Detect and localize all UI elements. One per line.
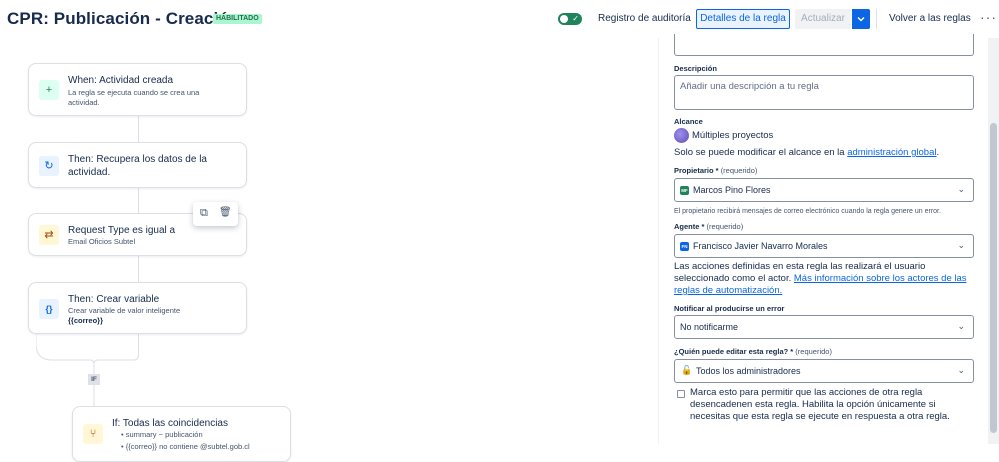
editors-label: ¿Quién puede editar esta regla? * (reque…	[674, 347, 832, 356]
scope-value: Múltiples proyectos	[692, 130, 774, 141]
chevron-down-icon	[857, 17, 865, 22]
update-button[interactable]: Actualizar	[795, 9, 851, 29]
node-subtitle: Crear variable de valor inteligente	[68, 306, 181, 315]
check-icon: ✓	[572, 14, 579, 23]
status-badge: HABILITADO	[213, 14, 262, 24]
node-actions-toolbar: ⧉ 🗑	[193, 202, 238, 226]
condition-list: • summary ~ publicación • {{correo}} no …	[121, 429, 250, 453]
chevron-down-icon: ⌄	[957, 240, 965, 250]
rule-name-field[interactable]	[674, 34, 974, 56]
trash-icon[interactable]: 🗑	[219, 207, 232, 218]
checkbox-label: Marca esto para permitir que las accione…	[690, 387, 950, 422]
page-title: CPR: Publicación - Creación	[7, 9, 240, 28]
connector	[138, 116, 139, 142]
chevron-down-icon: ⌄	[957, 321, 965, 331]
connector	[138, 256, 139, 282]
scope-note-text: Solo se puede modificar el alcance en la	[674, 147, 848, 158]
notify-label: Notificar al producirse un error	[674, 304, 785, 313]
global-admin-link[interactable]: administración global	[847, 147, 936, 158]
avatar: FN	[680, 242, 689, 251]
agent-label: Agente * (requerido)	[674, 222, 744, 231]
rule-details-button[interactable]: Detalles de la regla	[696, 9, 790, 29]
action-node[interactable]: ↻ Then: Recupera los datos de la activid…	[28, 142, 247, 188]
node-title: Then: Crear variable	[68, 294, 160, 305]
owner-select[interactable]: MF Marcos Pino Flores ⌄	[674, 178, 974, 202]
allow-rule-trigger-checkbox[interactable]	[677, 390, 685, 398]
node-subtitle: La regla se ejecuta cuando se crea una a…	[68, 88, 200, 107]
node-subtitle: Email Oficios Subtel	[68, 237, 136, 246]
node-title: Request Type es igual a	[68, 225, 176, 236]
toggle-knob	[560, 15, 568, 23]
update-dropdown-button[interactable]	[852, 9, 870, 29]
condition-item: • {{correo}} no contiene @subtel.gob.cl	[121, 442, 250, 451]
refresh-icon: ↻	[39, 156, 59, 176]
more-options-icon[interactable]: ···	[980, 9, 997, 25]
agent-value: Francisco Javier Navarro Morales	[693, 241, 828, 251]
header-divider	[876, 9, 877, 29]
condition-item: • summary ~ publicación	[121, 430, 203, 439]
chevron-down-icon: ⌄	[957, 184, 965, 194]
node-code: {{correo}}	[68, 316, 104, 325]
panel-scrollbar[interactable]	[988, 38, 999, 444]
trigger-node[interactable]: + When: Actividad creada La regla se eje…	[28, 63, 247, 116]
back-to-rules-button[interactable]: Volver a las reglas	[889, 13, 971, 24]
connector	[138, 334, 139, 357]
branch-icon: ⑂	[83, 424, 103, 444]
audit-log-link[interactable]: Registro de auditoría	[598, 13, 691, 24]
editors-select[interactable]: 🔓 Todos los administradores ⌄	[674, 359, 974, 383]
lock-icon: 🔓	[681, 365, 693, 375]
notify-select[interactable]: No notificarme ⌄	[674, 315, 974, 339]
chevron-down-icon: ⌄	[957, 365, 965, 375]
scope-label: Alcance	[674, 117, 703, 126]
node-title: Then: Recupera los datos de la actividad…	[68, 154, 207, 178]
connector	[138, 188, 139, 213]
audit-toggle[interactable]: ✓	[558, 13, 582, 25]
swap-icon: ⇄	[39, 225, 59, 245]
action-node[interactable]: {} Then: Crear variable Crear variable d…	[28, 282, 247, 334]
description-placeholder: Añadir una descripción a tu regla	[680, 81, 819, 92]
plus-icon: +	[39, 80, 59, 100]
agent-note: Las acciones definidas en esta regla las…	[674, 261, 972, 297]
description-label: Descripción	[674, 64, 717, 73]
owner-label: Propietario * (requerido)	[674, 166, 758, 175]
avatar: MF	[680, 186, 689, 195]
if-chip: IF	[88, 374, 100, 385]
notify-value: No notificarme	[680, 322, 739, 332]
owner-value: Marcos Pino Flores	[693, 185, 771, 195]
multi-project-icon	[674, 128, 689, 143]
copy-icon[interactable]: ⧉	[200, 207, 208, 220]
if-node[interactable]: ⑂ If: Todas las coincidencias • summary …	[72, 406, 291, 462]
scrollbar-thumb[interactable]	[990, 123, 997, 433]
agent-select[interactable]: FN Francisco Javier Navarro Morales ⌄	[674, 234, 974, 258]
editors-value: Todos los administradores	[696, 366, 801, 376]
braces-icon: {}	[39, 299, 59, 319]
node-title: When: Actividad creada	[68, 75, 174, 86]
owner-note: El propietario recibirá mensajes de corr…	[674, 208, 941, 215]
rule-details-panel: Descripción Añadir una descripción a tu …	[658, 34, 988, 444]
description-field[interactable]: Añadir una descripción a tu regla	[674, 75, 974, 110]
scope-note: Solo se puede modificar el alcance en la…	[674, 147, 939, 159]
scope-note-suffix: .	[936, 147, 940, 158]
page-header: CPR: Publicación - Creación HABILITADO ✓…	[0, 0, 999, 38]
